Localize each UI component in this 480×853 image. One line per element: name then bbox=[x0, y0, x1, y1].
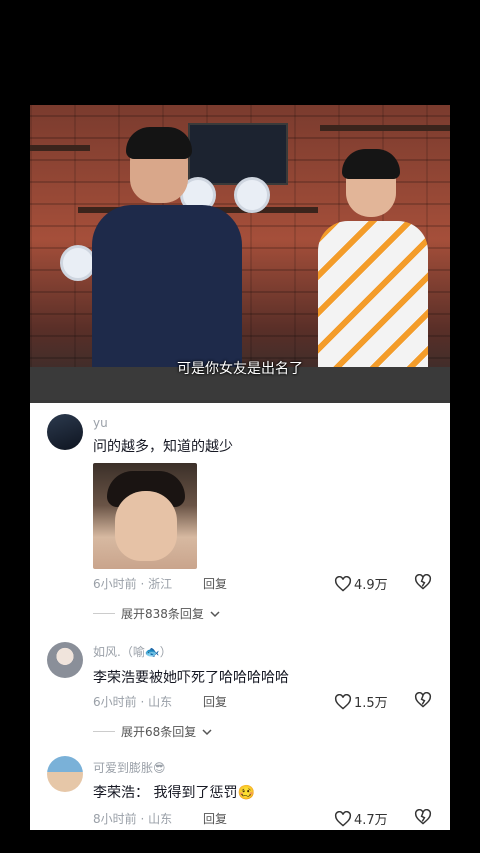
like-count: 4.7万 bbox=[354, 813, 388, 828]
heart-outline-icon bbox=[334, 575, 352, 592]
heart-outline-icon bbox=[334, 693, 352, 710]
shelf bbox=[320, 125, 450, 131]
expand-label: 展开838条回复 bbox=[121, 607, 204, 621]
video-subtitle: 可是你女友是出名了 bbox=[177, 361, 303, 377]
comment-location: 浙江 bbox=[148, 577, 173, 591]
chevron-down-icon bbox=[202, 728, 212, 735]
dislike-button[interactable] bbox=[414, 573, 432, 594]
host-man bbox=[92, 127, 242, 375]
comment-text: 问的越多，知道的越少 bbox=[93, 439, 233, 455]
chevron-down-icon bbox=[210, 610, 220, 617]
avatar[interactable] bbox=[47, 414, 83, 450]
comment-time: 6小时前 bbox=[93, 577, 137, 591]
broken-heart-icon bbox=[414, 808, 432, 825]
like-count: 4.9万 bbox=[354, 578, 388, 593]
like-button[interactable]: 1.5万 bbox=[334, 692, 388, 711]
shelf bbox=[30, 145, 90, 151]
avatar[interactable] bbox=[47, 642, 83, 678]
comment-time: 6小时前 bbox=[93, 695, 137, 709]
expand-replies[interactable]: 展开68条回复 bbox=[93, 723, 212, 740]
dislike-button[interactable] bbox=[414, 691, 432, 712]
heart-outline-icon bbox=[334, 810, 352, 827]
like-button[interactable]: 4.7万 bbox=[334, 809, 388, 828]
comment-text: 李荣浩： 我得到了惩罚🥴 bbox=[93, 785, 255, 801]
decor-plate bbox=[60, 245, 96, 281]
divider-line bbox=[93, 613, 115, 614]
avatar[interactable] bbox=[47, 756, 83, 792]
comments-panel: yu 问的越多，知道的越少 6小时前 · 浙江 回复 4.9万 展开838条回复… bbox=[30, 403, 450, 830]
comment-username[interactable]: 可爱到膨胀😎 bbox=[93, 759, 166, 776]
divider-line bbox=[93, 731, 115, 732]
comment-meta: 6小时前 · 浙江 bbox=[93, 577, 173, 591]
comment-location: 山东 bbox=[148, 812, 173, 826]
dislike-button[interactable] bbox=[414, 808, 432, 829]
comment-meta: 6小时前 · 山东 bbox=[93, 695, 173, 709]
comment-location: 山东 bbox=[148, 695, 173, 709]
comment-time: 8小时前 bbox=[93, 812, 137, 826]
broken-heart-icon bbox=[414, 691, 432, 708]
expand-label: 展开68条回复 bbox=[121, 725, 197, 739]
reply-button[interactable]: 回复 bbox=[203, 575, 227, 592]
comment-username[interactable]: yu bbox=[93, 416, 108, 430]
comment-text: 李荣浩要被她吓死了哈哈哈哈哈 bbox=[93, 670, 289, 686]
reply-button[interactable]: 回复 bbox=[203, 810, 227, 827]
like-count: 1.5万 bbox=[354, 696, 388, 711]
video-frame[interactable]: 可是你女友是出名了 bbox=[30, 105, 450, 403]
comment-image[interactable] bbox=[93, 463, 197, 569]
comment-meta: 8小时前 · 山东 bbox=[93, 812, 173, 826]
reply-button[interactable]: 回复 bbox=[203, 693, 227, 710]
like-button[interactable]: 4.9万 bbox=[334, 574, 388, 593]
comment-username[interactable]: 如风.（喻🐟） bbox=[93, 643, 172, 660]
broken-heart-icon bbox=[414, 573, 432, 590]
expand-replies[interactable]: 展开838条回复 bbox=[93, 605, 220, 622]
